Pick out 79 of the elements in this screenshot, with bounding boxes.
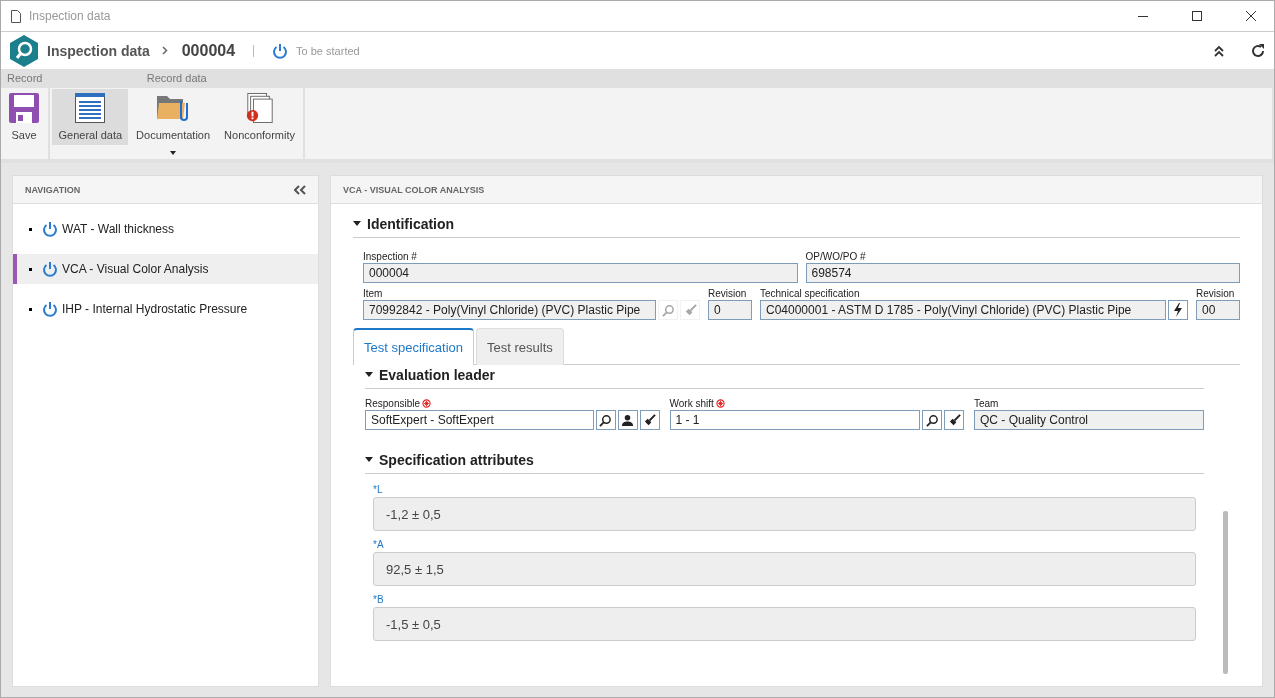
input-field[interactable]: 0: [708, 300, 752, 320]
attribute-field[interactable]: -1,2 ± 0,5: [373, 497, 1196, 531]
attribute-field[interactable]: -1,5 ± 0,5: [373, 607, 1196, 641]
clear-button[interactable]: [944, 410, 964, 430]
bullet-icon: [29, 227, 32, 231]
field-label: Technical specification: [760, 287, 861, 300]
collapse-icon[interactable]: [365, 372, 373, 378]
input-field[interactable]: 00: [1196, 300, 1240, 320]
ribbon-group-title: Record data: [50, 69, 303, 88]
chevron-icon: [161, 46, 168, 55]
ribbon-button[interactable]: Nonconformity: [218, 89, 301, 145]
section-title: Identification: [367, 216, 455, 232]
folder-clip-icon: [157, 93, 190, 123]
section-title: Specification attributes: [379, 452, 534, 468]
attribute-label: *L: [373, 484, 384, 495]
search-button[interactable]: [595, 410, 616, 430]
search-icon: [661, 303, 675, 317]
navigation-item[interactable]: VCA - Visual Color Analysis: [13, 254, 318, 284]
field-label: Revision: [1196, 287, 1236, 300]
collapse-icon[interactable]: [365, 457, 373, 463]
collapse-left-icon[interactable]: [294, 184, 306, 195]
search-button[interactable]: [922, 410, 942, 430]
brush-icon: [683, 303, 697, 317]
user-icon: [621, 413, 634, 427]
input-field[interactable]: QC - Quality Control: [974, 410, 1204, 430]
power-icon: [42, 221, 58, 237]
ribbon-button[interactable]: Save: [3, 89, 45, 145]
lightning-icon: [1172, 303, 1184, 317]
attribute-field[interactable]: 92,5 ± 1,5: [373, 552, 1196, 586]
attribute-label: *B: [373, 594, 385, 605]
record-number: 000004: [181, 41, 236, 60]
status-text: To be started: [296, 44, 360, 57]
required-icon: [715, 399, 725, 408]
input-field[interactable]: 70992842 - Poly(Vinyl Chloride) (PVC) Plastic Pipe: [363, 300, 656, 320]
module-title: Inspection data: [47, 42, 150, 59]
brush-icon: [643, 413, 656, 427]
ribbon-button[interactable]: General data: [52, 89, 129, 145]
field-label: Revision: [708, 287, 748, 300]
power-icon: [42, 301, 58, 317]
minimize-icon: [1138, 15, 1148, 17]
brush-icon: [947, 413, 961, 427]
required-icon: [422, 399, 432, 408]
power-icon: [272, 42, 289, 59]
field-label: Responsible: [365, 397, 660, 410]
tab[interactable]: Test specification: [353, 328, 474, 365]
window-title: Inspection data: [29, 9, 112, 23]
panel-title: VCA - VISUAL COLOR ANALYSIS: [343, 184, 485, 195]
attribute-label: *A: [373, 539, 385, 550]
user-button[interactable]: [617, 410, 638, 430]
field-label: Work shift: [669, 397, 964, 410]
collapse-up-icon[interactable]: [1214, 44, 1224, 57]
search-icon: [599, 413, 612, 427]
window-icon: [75, 93, 106, 123]
input-field[interactable]: C04000001 - ASTM D 1785 - Poly(Vinyl Chloride) (PVC) Plastic Pipe: [760, 300, 1166, 320]
collapse-icon[interactable]: [353, 221, 361, 227]
lightning-button[interactable]: [1168, 300, 1188, 320]
field-label: Inspection #: [363, 250, 418, 263]
documents-warning-icon: [244, 93, 275, 123]
tab[interactable]: Test results: [476, 328, 564, 365]
field-label: OP/WO/PO #: [805, 250, 867, 263]
bullet-icon: [29, 307, 32, 311]
ribbon-group-title: Record: [1, 69, 49, 88]
bullet-icon: [29, 267, 32, 271]
field-label: Item: [363, 287, 384, 300]
input-field[interactable]: SoftExpert - SoftExpert: [365, 410, 594, 430]
power-icon: [42, 261, 58, 277]
close-icon: [1246, 11, 1256, 21]
clear-button[interactable]: [639, 410, 660, 430]
search-icon: [925, 413, 939, 427]
input-field[interactable]: 000004: [363, 263, 798, 283]
document-icon: [11, 9, 21, 23]
section-title: Evaluation leader: [379, 367, 495, 383]
panel-title: NAVIGATION: [25, 184, 81, 195]
maximize-icon: [1192, 11, 1202, 21]
input-field[interactable]: 1 - 1: [669, 410, 920, 430]
field-label: Team: [974, 397, 1000, 410]
input-field[interactable]: 698574: [805, 263, 1240, 283]
ribbon-button[interactable]: Documentation: [130, 89, 217, 145]
refresh-icon[interactable]: [1250, 42, 1266, 59]
